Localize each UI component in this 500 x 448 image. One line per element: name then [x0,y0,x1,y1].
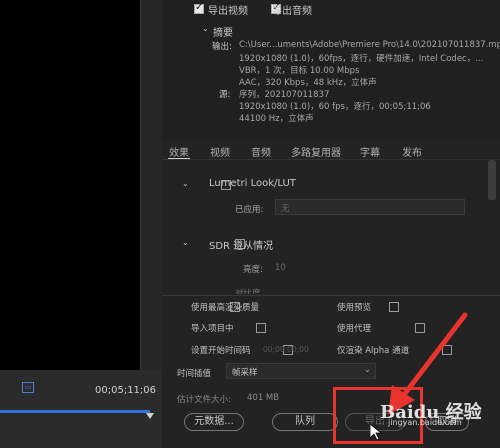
use-preview-checkbox[interactable] [388,302,399,312]
use-proxy-label: 使用代理 [337,324,372,334]
out-point-marker[interactable] [146,413,154,419]
use-preview-label: 使用预览 [337,303,372,313]
source-video-settings: 1920x1080 (1.0)，60 fps，逐行，00;05;11;06 [239,102,431,112]
fit-frame-icon[interactable]: ▭ [22,382,34,393]
set-start-timecode-label: 设置开始时间码 [191,346,251,356]
export-audio-label: 导出音频 [272,6,312,17]
baidu-watermark-url: jingyan.baidu.com [388,418,462,427]
time-interpolation-value: 帧采样 [232,368,258,378]
chevron-down-icon[interactable]: ⌄ [202,24,209,33]
effects-scrollbar[interactable] [488,160,496,200]
source-sequence: 序列，202107011837 [239,90,330,100]
tab-audio[interactable]: 音频 [251,144,271,159]
brightness-label: 亮度: [243,265,263,275]
summary-title: 摘要 [213,28,233,39]
queue-button[interactable]: 队列 [272,413,338,431]
tab-publish[interactable]: 发布 [402,144,422,159]
tab-video[interactable]: 视频 [210,144,230,159]
chevron-down-icon: ⌄ [363,365,371,375]
import-into-project-label: 导入项目中 [191,324,234,334]
output-path: C:\User...uments\Adobe\Premiere Pro\14.0… [239,40,500,50]
output-audio-settings: AAC，320 Kbps，48 kHz，立体声 [239,78,377,88]
output-bitrate: VBR，1 次，目标 10.00 Mbps [239,66,360,76]
time-interpolation-label: 时间插值 [177,369,212,379]
preview-divider [140,0,162,370]
time-interpolation-select[interactable]: 帧采样 ⌄ [226,363,376,379]
sdr-label: SDR 遵从情况 [209,241,274,252]
output-video-settings: 1920x1080 (1.0)，60fps，逐行，硬件加速，Intel Code… [239,54,484,64]
lumetri-label: Lumetri Look/LUT [209,178,296,189]
tab-effects[interactable]: 效果 [169,144,189,159]
applied-lut-select[interactable]: 无 [275,199,465,215]
applied-label: 已应用: [235,205,264,215]
start-timecode-field[interactable]: 00;00;00;00 [263,345,309,354]
source-range-bar[interactable] [0,410,150,413]
mouse-cursor-icon [370,424,382,440]
output-label: 输出: [212,42,232,52]
active-tab-indicator [168,158,190,159]
estimated-size-label: 估计文件大小: [177,395,231,405]
tab-multiplexer[interactable]: 多路复用器 [291,144,341,159]
contrast-label-partial: 对比度 [235,289,261,294]
render-alpha-only-label: 仅渲染 Alpha 通道 [337,346,410,356]
use-proxy-checkbox[interactable] [415,323,426,333]
max-render-quality-label: 使用最高渲染质量 [191,303,260,313]
applied-lut-value: 无 [281,204,290,214]
source-label: 源: [219,90,231,100]
video-preview [0,0,140,370]
source-audio-settings: 44100 Hz，立体声 [239,114,314,124]
duration-timecode: 00;05;11;06 [95,385,157,396]
chevron-down-icon[interactable]: ⌄ [182,238,189,247]
metadata-button[interactable]: 元数据... [184,413,244,431]
estimated-size-value: 401 MB [247,393,280,403]
brightness-value[interactable]: 10 [275,263,286,273]
tab-captions[interactable]: 字幕 [360,144,380,159]
chevron-down-icon[interactable]: ⌄ [182,179,189,188]
import-into-project-checkbox[interactable] [256,323,267,333]
render-alpha-only-checkbox[interactable] [441,345,452,355]
export-video-label: 导出视频 [208,6,248,17]
export-video-checkbox[interactable] [194,2,204,14]
